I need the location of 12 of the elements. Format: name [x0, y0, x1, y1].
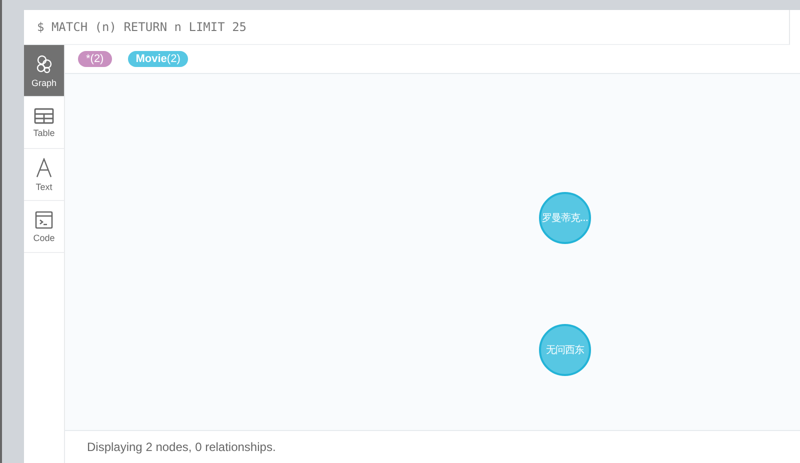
view-tab[interactable]: Text	[24, 149, 64, 201]
view-tab[interactable]: Table	[24, 97, 64, 149]
view-tab[interactable]: Graph	[24, 45, 64, 97]
terminal-icon	[35, 210, 53, 228]
query-text: $ MATCH (n) RETURN n LIMIT 25	[37, 20, 247, 34]
query-editor[interactable]: $ MATCH (n) RETURN n LIMIT 25	[24, 10, 790, 45]
status-text: Displaying 2 nodes, 0 relationships.	[87, 440, 276, 454]
table-icon	[34, 108, 54, 124]
letter-a-icon	[36, 158, 52, 178]
view-tab[interactable]: Code	[24, 201, 64, 253]
graph-icon	[35, 54, 53, 74]
label-pill[interactable]: *(2)	[78, 51, 112, 67]
